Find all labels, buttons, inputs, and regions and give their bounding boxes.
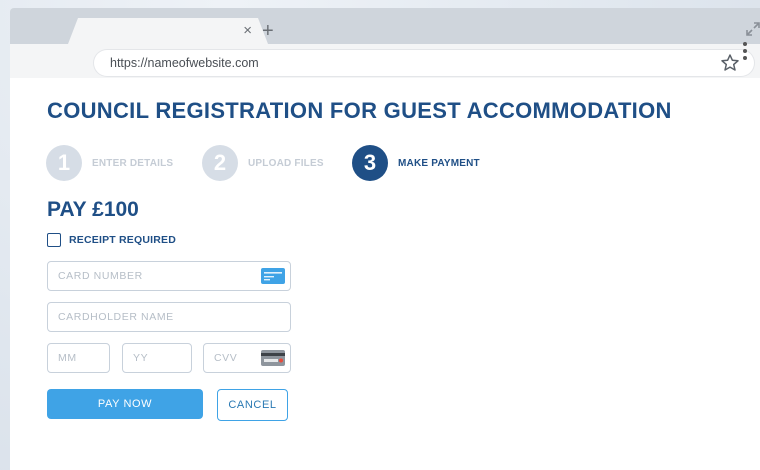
browser-tab[interactable]: × [68, 18, 268, 44]
step-label: ENTER DETAILS [92, 157, 174, 169]
card-number-input[interactable] [58, 262, 280, 290]
address-bar[interactable]: https://nameofwebsite.com [94, 50, 754, 76]
url-text: https://nameofwebsite.com [110, 56, 259, 70]
expiry-year-input[interactable] [133, 344, 181, 372]
cancel-button[interactable]: CANCEL [217, 389, 288, 421]
new-tab-icon[interactable]: + [262, 21, 274, 41]
step-number: 1 [46, 145, 82, 181]
receipt-option: RECEIPT REQUIRED [47, 233, 176, 247]
pay-now-button[interactable]: PAY NOW [47, 389, 203, 419]
payment-amount-heading: PAY £100 [47, 198, 139, 221]
receipt-label: RECEIPT REQUIRED [69, 234, 177, 246]
credit-card-icon [261, 268, 285, 284]
page-title: COUNCIL REGISTRATION FOR GUEST ACCOMMODA… [47, 98, 672, 123]
step-label: MAKE PAYMENT [398, 157, 480, 169]
page-content: COUNCIL REGISTRATION FOR GUEST ACCOMMODA… [10, 78, 760, 470]
step-enter-details: 1 ENTER DETAILS [46, 144, 173, 182]
cardholder-name-field [47, 302, 291, 332]
browser-toolbar: https://nameofwebsite.com [10, 44, 760, 80]
step-number: 3 [352, 145, 388, 181]
expiry-month-field [47, 343, 110, 373]
step-make-payment: 3 MAKE PAYMENT [352, 144, 480, 182]
cvv-field [203, 343, 291, 373]
tab-close-icon[interactable]: × [243, 22, 252, 40]
expiry-month-input[interactable] [58, 344, 99, 372]
step-label: UPLOAD FILES [248, 157, 324, 169]
step-number: 2 [202, 145, 238, 181]
card-number-field [47, 261, 291, 291]
expiry-year-field [122, 343, 192, 373]
cvv-card-icon [261, 350, 285, 366]
receipt-checkbox[interactable] [47, 233, 61, 247]
cardholder-name-input[interactable] [58, 303, 280, 331]
step-upload-files: 2 UPLOAD FILES [202, 144, 324, 182]
star-icon[interactable] [720, 53, 740, 73]
expand-icon[interactable] [746, 22, 760, 36]
more-vert-icon[interactable] [743, 42, 749, 62]
progress-steps: 1 ENTER DETAILS 2 UPLOAD FILES 3 MAKE PA… [46, 144, 746, 182]
browser-chrome: × + https://nameofwebsite.com [10, 8, 760, 80]
